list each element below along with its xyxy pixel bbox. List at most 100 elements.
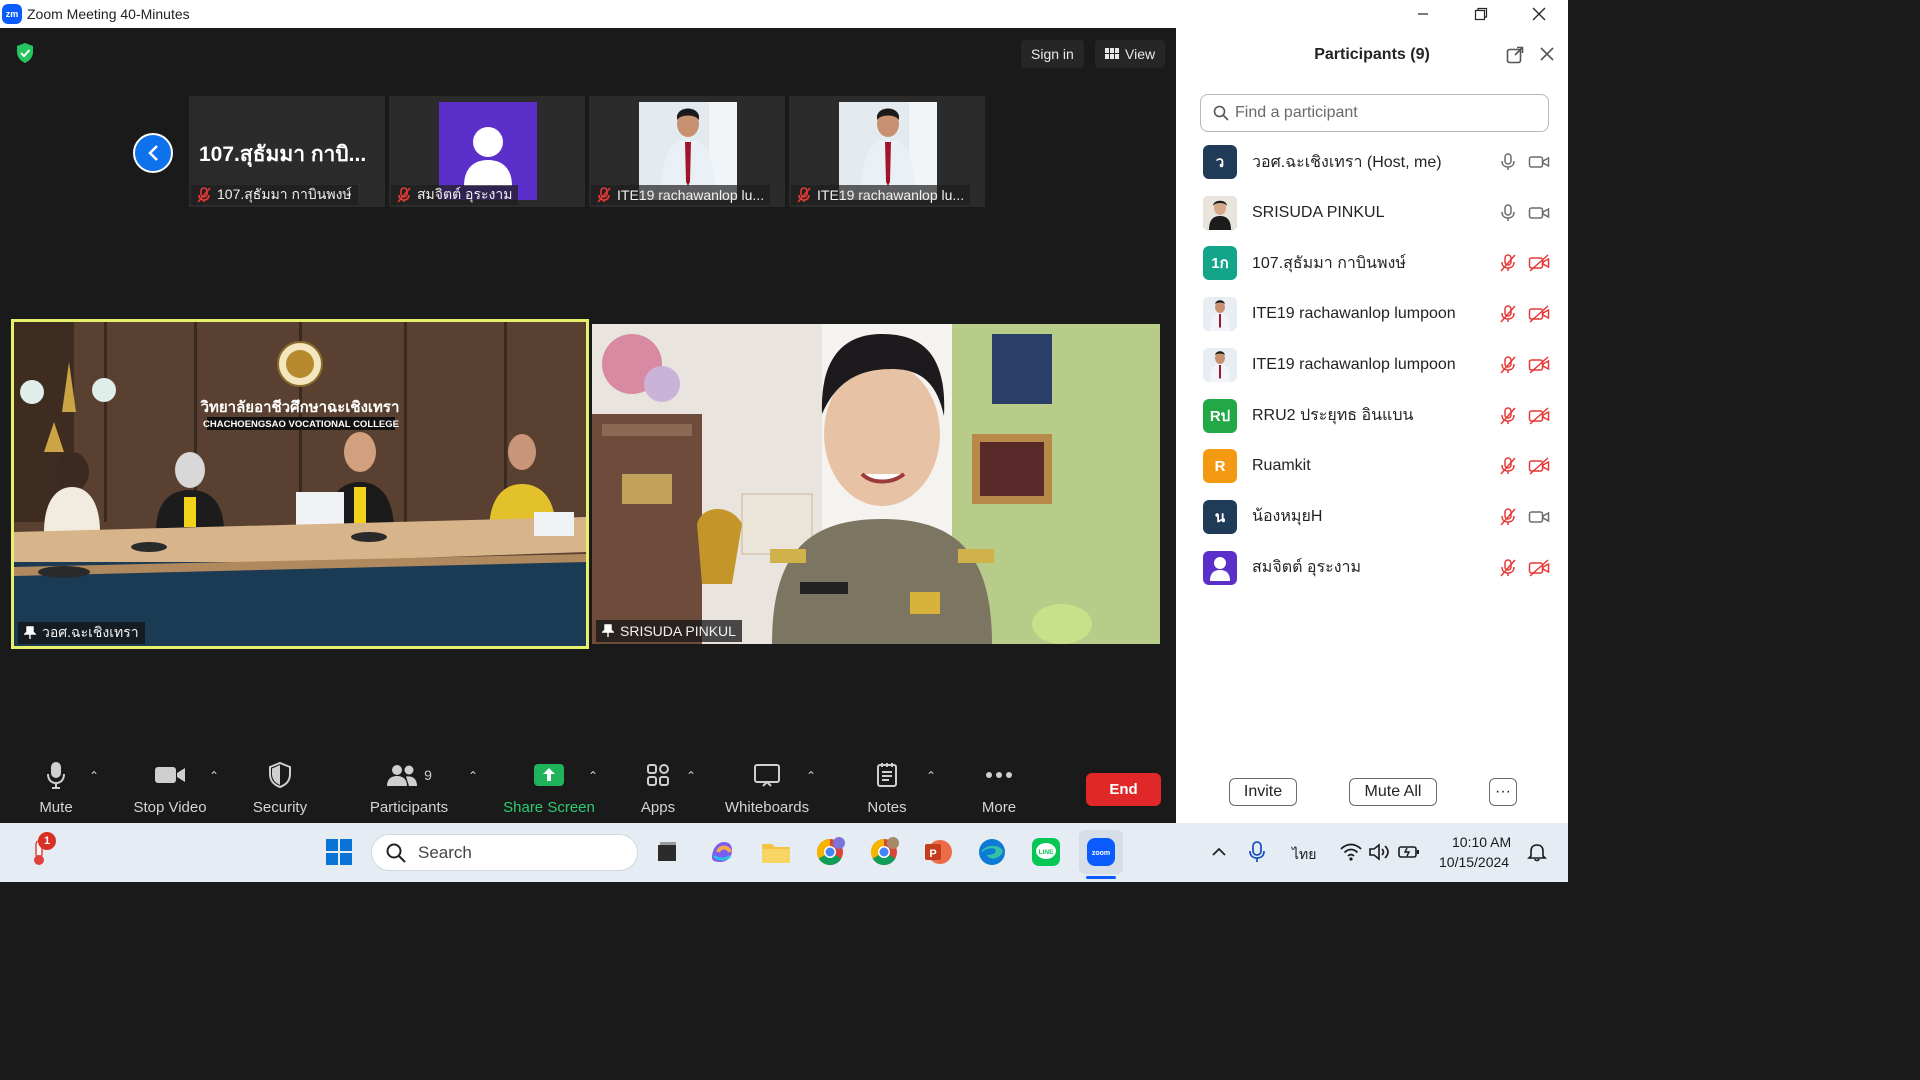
participants-options-caret[interactable]: ⌃ (468, 769, 478, 783)
chrome-profile-2-button[interactable] (867, 835, 901, 869)
apps-button[interactable]: Apps (636, 755, 680, 823)
thumbnail-display-name: 107.สุธัมมา กาบิ... (199, 143, 367, 166)
battery-icon (1398, 846, 1419, 858)
notes-options-caret[interactable]: ⌃ (926, 769, 936, 783)
close-panel-icon[interactable] (1539, 46, 1555, 62)
thumbnail-video-3[interactable]: ITE19 rachawanlop lu... (589, 96, 785, 207)
muted-microphone-icon[interactable] (1498, 456, 1518, 476)
participant-row[interactable]: น น้องหมุยH (1176, 492, 1568, 542)
participant-search[interactable] (1200, 94, 1549, 132)
video-off-icon[interactable] (1528, 456, 1550, 476)
microphone-icon (1249, 841, 1265, 862)
participant-row[interactable]: 1ก 107.สุธัมมา กาบินพงษ์ (1176, 238, 1568, 288)
participant-avatar: 1ก (1203, 246, 1237, 281)
video-off-icon[interactable] (1528, 558, 1550, 578)
participant-row[interactable]: Rป RRU2 ประยุทธ อินแบน (1176, 391, 1568, 441)
previous-page-button[interactable] (133, 133, 173, 173)
video-camera-icon[interactable] (1528, 507, 1550, 527)
start-button[interactable] (322, 835, 356, 869)
participant-row[interactable]: ITE19 rachawanlop lumpoon (1176, 289, 1568, 339)
copilot-button[interactable] (705, 835, 739, 869)
video-off-icon[interactable] (1528, 253, 1550, 273)
video-camera-icon[interactable] (1528, 152, 1550, 172)
tile-name: วอศ.ฉะเชิงเทรา (42, 624, 139, 640)
minimize-button[interactable] (1394, 0, 1452, 28)
video-off-icon[interactable] (1528, 304, 1550, 324)
participants-button[interactable]: 9 Participants (366, 755, 452, 823)
participant-row[interactable]: สมจิตต์ อุระงาม (1176, 543, 1568, 593)
close-window-button[interactable] (1510, 0, 1568, 28)
view-button[interactable]: View (1095, 40, 1166, 68)
audio-options-caret[interactable]: ⌃ (89, 769, 99, 783)
share-screen-button[interactable]: Share Screen (503, 755, 595, 823)
notes-icon (877, 763, 897, 787)
microphone-icon[interactable] (1498, 152, 1518, 172)
volume-tray-button[interactable] (1362, 835, 1396, 869)
invite-button[interactable]: Invite (1229, 778, 1297, 806)
file-explorer-button[interactable] (759, 835, 793, 869)
encryption-shield-icon[interactable] (14, 42, 36, 64)
participant-name: 107.สุธัมมา กาบินพงษ์ (1252, 254, 1406, 272)
microphone-icon[interactable] (1498, 203, 1518, 223)
sign-in-button[interactable]: Sign in (1021, 40, 1084, 68)
participant-row[interactable]: SRISUDA PINKUL (1176, 188, 1568, 238)
end-meeting-button[interactable]: End (1086, 773, 1161, 806)
thumbnail-video-2[interactable]: สมจิตต์ อุระงาม (389, 96, 585, 207)
panel-more-button[interactable]: ··· (1489, 778, 1517, 806)
whiteboards-options-caret[interactable]: ⌃ (806, 769, 816, 783)
more-button[interactable]: More (975, 755, 1023, 823)
video-tile-participant[interactable]: SRISUDA PINKUL (592, 324, 1160, 644)
video-options-caret[interactable]: ⌃ (209, 769, 219, 783)
participant-name: ITE19 rachawanlop lumpoon (1252, 305, 1456, 323)
share-options-caret[interactable]: ⌃ (588, 769, 598, 783)
task-view-icon (658, 842, 676, 861)
view-label: View (1125, 46, 1156, 62)
muted-microphone-icon[interactable] (1498, 304, 1518, 324)
muted-microphone-icon[interactable] (1498, 355, 1518, 375)
clock-time[interactable]: 10:10 AM (1452, 834, 1511, 850)
whiteboards-label: Whiteboards (724, 799, 810, 816)
muted-microphone-icon[interactable] (1498, 253, 1518, 273)
thumbnail-video-1[interactable]: 107.สุธัมมา กาบิ... 107.สุธัมมา กาบินพงษ… (189, 96, 385, 207)
chevron-up-icon (1212, 847, 1226, 856)
pop-out-icon[interactable] (1506, 46, 1524, 64)
video-off-icon[interactable] (1528, 355, 1550, 375)
participant-row[interactable]: ว วอศ.ฉะเชิงเทรา (Host, me) (1176, 137, 1568, 187)
notification-center-button[interactable] (1520, 835, 1554, 869)
video-off-icon[interactable] (1528, 406, 1550, 426)
mute-all-button[interactable]: Mute All (1349, 778, 1437, 806)
whiteboards-button[interactable]: Whiteboards (722, 755, 812, 823)
task-view-button[interactable] (650, 835, 684, 869)
zoom-taskbar-button[interactable]: zoom (1079, 830, 1123, 874)
notes-button[interactable]: Notes (862, 755, 912, 823)
thumbnail-name-tag: 107.สุธัมมา กาบินพงษ์ (191, 185, 358, 205)
security-button[interactable]: Security (250, 755, 310, 823)
clock-date[interactable]: 10/15/2024 (1439, 854, 1509, 870)
video-camera-icon[interactable] (1528, 203, 1550, 223)
stop-video-button[interactable]: Stop Video (130, 755, 210, 823)
chrome-profile-1-button[interactable] (813, 835, 847, 869)
muted-microphone-icon[interactable] (1498, 406, 1518, 426)
taskbar-search[interactable]: Search (371, 834, 638, 871)
show-hidden-icons-button[interactable] (1202, 835, 1236, 869)
muted-microphone-icon[interactable] (1498, 558, 1518, 578)
line-button[interactable]: LINE (1029, 835, 1063, 869)
active-app-indicator (1086, 876, 1116, 879)
mute-button[interactable]: Mute (36, 755, 76, 823)
apps-options-caret[interactable]: ⌃ (686, 769, 696, 783)
participant-row[interactable]: ITE19 rachawanlop lumpoon (1176, 340, 1568, 390)
participant-search-input[interactable] (1235, 104, 1525, 122)
participant-row[interactable]: R Ruamkit (1176, 441, 1568, 491)
participant-name: ITE19 rachawanlop lumpoon (1252, 355, 1456, 373)
video-tile-host[interactable]: วิทยาลัยอาชีวศึกษาฉะเชิงเทรา CHACHOENGSA… (11, 319, 589, 649)
restore-button[interactable] (1452, 0, 1510, 28)
battery-tray-button[interactable] (1392, 835, 1426, 869)
microphone-tray-button[interactable] (1240, 835, 1274, 869)
participant-name: Ruamkit (1252, 457, 1311, 475)
window-titlebar: zm Zoom Meeting 40-Minutes (0, 0, 1568, 28)
powerpoint-button[interactable]: P (921, 835, 955, 869)
thumbnail-video-4[interactable]: ITE19 rachawanlop lu... (789, 96, 985, 207)
input-language[interactable]: ไทย (1292, 844, 1316, 866)
muted-microphone-icon[interactable] (1498, 507, 1518, 527)
edge-button[interactable] (975, 835, 1009, 869)
